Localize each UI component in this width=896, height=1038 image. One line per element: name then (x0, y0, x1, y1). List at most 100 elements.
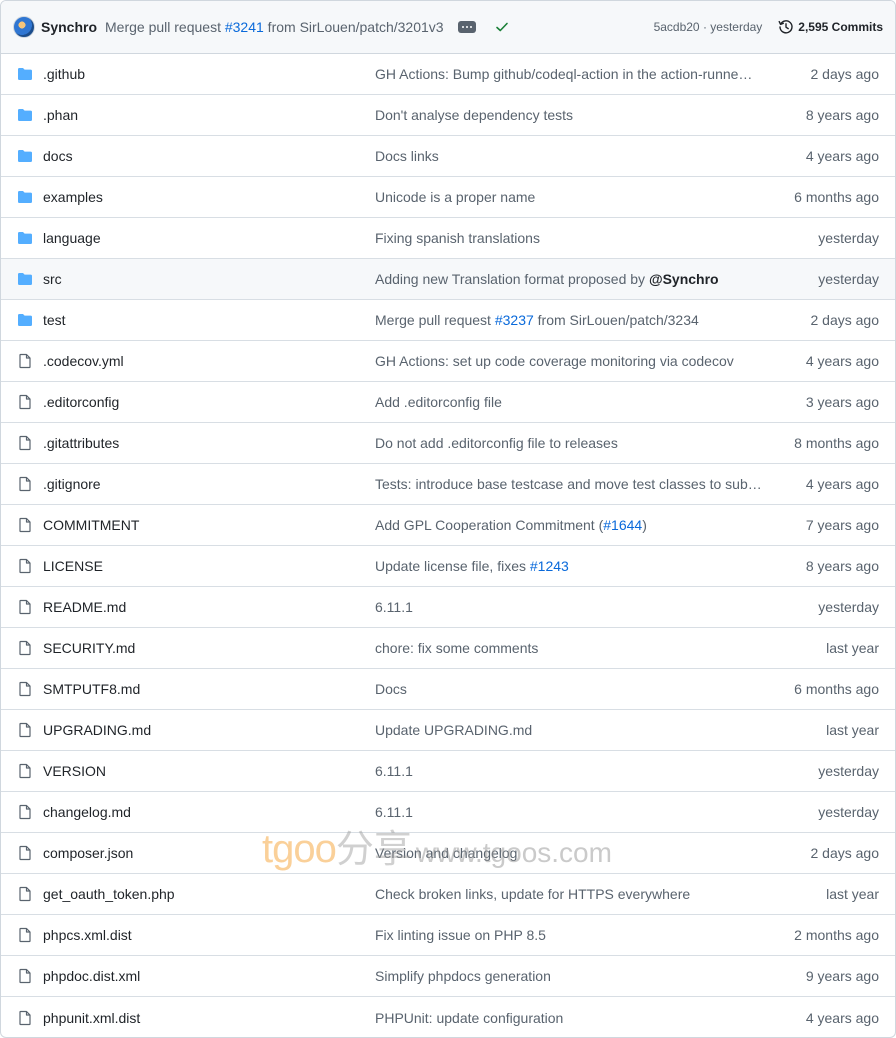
commit-message-link[interactable]: Fix linting issue on PHP 8.5 (375, 927, 765, 943)
commit-author[interactable]: Synchro (41, 19, 97, 35)
file-name-link[interactable]: SECURITY.md (43, 640, 375, 656)
author-avatar[interactable] (13, 16, 35, 38)
file-name-link[interactable]: .codecov.yml (43, 353, 375, 369)
file-row[interactable]: .phan Don't analyse dependency tests 8 yea… (1, 95, 895, 136)
file-name-link[interactable]: docs (43, 148, 375, 164)
commit-age[interactable]: 2 days ago (765, 66, 895, 82)
commit-age[interactable]: 4 years ago (765, 1010, 895, 1026)
file-name-link[interactable]: .gitignore (43, 476, 375, 492)
file-row[interactable]: phpunit.xml.dist PHPUnit: update configur… (1, 997, 895, 1037)
commit-message-link[interactable]: PHPUnit: update configuration (375, 1010, 765, 1026)
file-name-link[interactable]: language (43, 230, 375, 246)
file-row[interactable]: phpdoc.dist.xml Simplify phpdocs generati… (1, 956, 895, 997)
commit-age[interactable]: yesterday (765, 599, 895, 615)
file-row[interactable]: .gitattributes Do not add .editorconfig f… (1, 423, 895, 464)
commit-message-link[interactable]: Do not add .editorconfig file to release… (375, 435, 765, 451)
file-row[interactable]: SECURITY.md chore: fix some comments last … (1, 628, 895, 669)
commit-age[interactable]: 7 years ago (765, 517, 895, 533)
commit-message-link[interactable]: Add GPL Cooperation Commitment (#1644) (375, 517, 765, 533)
commit-age[interactable]: 6 months ago (765, 189, 895, 205)
commit-age[interactable]: 4 years ago (765, 476, 895, 492)
file-row[interactable]: src Adding new Translation format propose… (1, 259, 895, 300)
commit-message-link[interactable]: Docs links (375, 148, 765, 164)
file-row[interactable]: phpcs.xml.dist Fix linting issue on PHP 8… (1, 915, 895, 956)
file-name-link[interactable]: phpcs.xml.dist (43, 927, 375, 943)
commit-age[interactable]: 9 years ago (765, 968, 895, 984)
commit-age[interactable]: 8 years ago (765, 558, 895, 574)
commit-age[interactable]: 4 years ago (765, 148, 895, 164)
file-row[interactable]: VERSION 6.11.1 yesterday (1, 751, 895, 792)
file-name-link[interactable]: VERSION (43, 763, 375, 779)
commit-message-link[interactable]: Update license file, fixes #1243 (375, 558, 765, 574)
commit-message-link[interactable]: Add .editorconfig file (375, 394, 765, 410)
user-mention[interactable]: @Synchro (649, 271, 719, 287)
expand-commit-message-button[interactable] (457, 21, 476, 33)
file-name-link[interactable]: .github (43, 66, 375, 82)
commit-age[interactable]: 2 days ago (765, 845, 895, 861)
file-name-link[interactable]: SMTPUTF8.md (43, 681, 375, 697)
file-name-link[interactable]: COMMITMENT (43, 517, 375, 533)
commit-age[interactable]: yesterday (765, 763, 895, 779)
file-name-link[interactable]: get_oauth_token.php (43, 886, 375, 902)
file-row[interactable]: UPGRADING.md Update UPGRADING.md last year (1, 710, 895, 751)
commit-message-link[interactable]: GH Actions: set up code coverage monitor… (375, 353, 765, 369)
file-row[interactable]: SMTPUTF8.md Docs 6 months ago (1, 669, 895, 710)
file-row[interactable]: .editorconfig Add .editorconfig file 3 yea… (1, 382, 895, 423)
commit-age[interactable]: 2 months ago (765, 927, 895, 943)
file-name-link[interactable]: test (43, 312, 375, 328)
file-row[interactable]: docs Docs links 4 years ago (1, 136, 895, 177)
file-name-link[interactable]: changelog.md (43, 804, 375, 820)
check-icon[interactable] (494, 19, 510, 35)
file-row[interactable]: .codecov.yml GH Actions: set up code cove… (1, 341, 895, 382)
issue-link[interactable]: #1243 (530, 558, 569, 574)
commit-age[interactable]: yesterday (765, 230, 895, 246)
commit-message-link[interactable]: GH Actions: Bump github/codeql-action in… (375, 66, 765, 82)
commit-sha-time[interactable]: 5acdb20 · yesterday (654, 20, 763, 34)
keyword-tooltip[interactable]: fixes (497, 558, 526, 574)
file-row[interactable]: COMMITMENT Add GPL Cooperation Commitment… (1, 505, 895, 546)
file-name-link[interactable]: .gitattributes (43, 435, 375, 451)
commit-age[interactable]: last year (765, 886, 895, 902)
commit-age[interactable]: yesterday (765, 271, 895, 287)
file-name-link[interactable]: phpdoc.dist.xml (43, 968, 375, 984)
commit-age[interactable]: last year (765, 722, 895, 738)
commit-message[interactable]: Merge pull request #3241 from SirLouen/p… (105, 19, 444, 35)
file-row[interactable]: README.md 6.11.1 yesterday (1, 587, 895, 628)
commit-pr-link[interactable]: #3241 (225, 19, 264, 35)
file-name-link[interactable]: .phan (43, 107, 375, 123)
file-name-link[interactable]: examples (43, 189, 375, 205)
commit-age[interactable]: 2 days ago (765, 312, 895, 328)
commit-message-link[interactable]: Version and changelog (375, 845, 765, 861)
commit-message-link[interactable]: chore: fix some comments (375, 640, 765, 656)
commit-message-link[interactable]: Merge pull request #3237 from SirLouen/p… (375, 312, 765, 328)
commit-age[interactable]: 3 years ago (765, 394, 895, 410)
commits-history-link[interactable]: 2,595 Commits (778, 19, 883, 35)
file-name-link[interactable]: src (43, 271, 375, 287)
commit-message-link[interactable]: Tests: introduce base testcase and move … (375, 476, 765, 492)
file-name-link[interactable]: LICENSE (43, 558, 375, 574)
file-name-link[interactable]: README.md (43, 599, 375, 615)
commit-message-link[interactable]: 6.11.1 (375, 763, 765, 779)
issue-link[interactable]: #3237 (495, 312, 534, 328)
commit-message-link[interactable]: Adding new Translation format proposed b… (375, 271, 765, 287)
commit-message-link[interactable]: 6.11.1 (375, 804, 765, 820)
commit-age[interactable]: 6 months ago (765, 681, 895, 697)
commit-message-link[interactable]: Fixing spanish translations (375, 230, 765, 246)
file-row[interactable]: changelog.md 6.11.1 yesterday (1, 792, 895, 833)
commit-message-link[interactable]: Simplify phpdocs generation (375, 968, 765, 984)
file-row[interactable]: test Merge pull request #3237 from SirLou… (1, 300, 895, 341)
commit-message-link[interactable]: 6.11.1 (375, 599, 765, 615)
file-name-link[interactable]: composer.json (43, 845, 375, 861)
commit-message-link[interactable]: Update UPGRADING.md (375, 722, 765, 738)
commit-message-link[interactable]: Check broken links, update for HTTPS eve… (375, 886, 765, 902)
file-name-link[interactable]: .editorconfig (43, 394, 375, 410)
file-row[interactable]: .gitignore Tests: introduce base testcase… (1, 464, 895, 505)
commit-message-link[interactable]: Unicode is a proper name (375, 189, 765, 205)
commit-message-link[interactable]: Don't analyse dependency tests (375, 107, 765, 123)
file-row[interactable]: get_oauth_token.php Check broken links, u… (1, 874, 895, 915)
commit-age[interactable]: yesterday (765, 804, 895, 820)
file-row[interactable]: examples Unicode is a proper name 6 months… (1, 177, 895, 218)
file-name-link[interactable]: phpunit.xml.dist (43, 1010, 375, 1026)
file-row[interactable]: .github GH Actions: Bump github/codeql-ac… (1, 54, 895, 95)
commit-age[interactable]: last year (765, 640, 895, 656)
